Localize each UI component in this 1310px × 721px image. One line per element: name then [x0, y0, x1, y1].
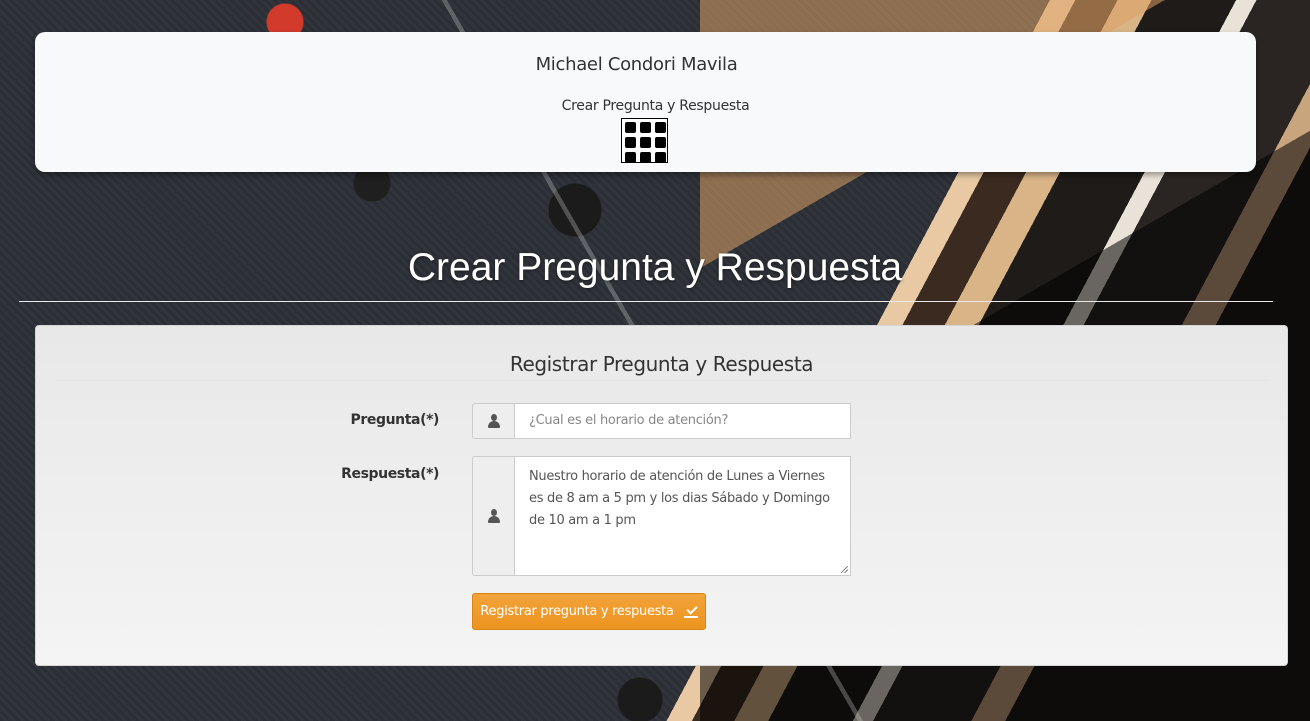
answer-label: Respuesta(*): [341, 466, 439, 482]
user-icon: [487, 509, 501, 523]
grid-icon[interactable]: [621, 118, 668, 163]
submit-button-label: Registrar pregunta y respuesta: [480, 604, 674, 619]
form-title-divider: [56, 380, 1267, 381]
title-divider: [19, 301, 1273, 302]
form-panel: Registrar Pregunta y Respuesta Pregunta(…: [35, 325, 1288, 666]
user-name: Michael Condori Mavila: [535, 54, 738, 75]
page-title: Crear Pregunta y Respuesta: [407, 246, 903, 289]
submit-button[interactable]: Registrar pregunta y respuesta: [472, 593, 706, 630]
user-icon: [487, 414, 501, 428]
answer-addon: [472, 456, 514, 576]
answer-line: de 10 am a 1 pm: [529, 513, 636, 528]
question-label: Pregunta(*): [350, 412, 440, 428]
page-subtitle: Crear Pregunta y Respuesta: [561, 98, 750, 114]
answer-line: Nuestro horario de atención de Lunes a V…: [529, 469, 825, 484]
answer-textarea[interactable]: Nuestro horario de atención de Lunes a V…: [514, 456, 851, 576]
check-icon: [683, 606, 698, 618]
resize-handle[interactable]: [841, 566, 848, 573]
question-addon: [472, 403, 514, 439]
header-card: Michael Condori Mavila Crear Pregunta y …: [35, 32, 1256, 172]
form-title: Registrar Pregunta y Respuesta: [509, 352, 814, 376]
answer-line: es de 8 am a 5 pm y los dias Sábado y Do…: [529, 491, 830, 506]
question-input[interactable]: ¿Cual es el horario de atención?: [514, 403, 851, 439]
